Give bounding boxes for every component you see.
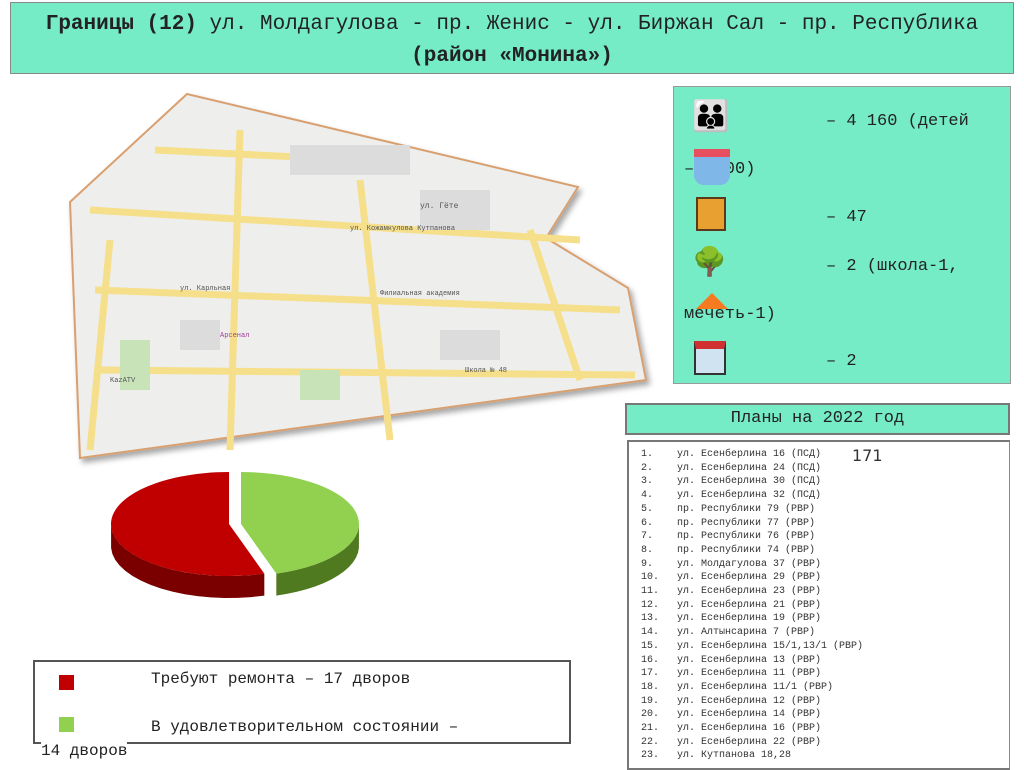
plan-item: 20. ул. Есенберлина 14 (РВР)	[641, 709, 822, 721]
page-title: Границы (12) ул. Молдагулова - пр. Женис…	[10, 2, 1014, 74]
legend-label-ok-cont: 14 дворов	[41, 742, 128, 760]
map-label: ул. Кожамкулова Кутпанова	[350, 225, 455, 233]
plan-item: 23. ул. Кутпанова 18,28	[641, 750, 792, 762]
playground-icon	[696, 293, 728, 309]
apartment-building-icon	[696, 197, 726, 231]
plan-item: 21. ул. Есенберлина 16 (РВР)	[641, 723, 822, 735]
district-stats-panel: 👪 – 4 160 (детей –1 000) – 47 🌳 – 2 (шко…	[673, 86, 1011, 384]
plan-item: 14. ул. Алтынсарина 7 (РВР)	[641, 627, 816, 639]
plan-item: 17. ул. Есенберлина 11 (РВР)	[641, 668, 822, 680]
school-building-icon	[694, 149, 730, 185]
map-label: ул. Гёте	[420, 202, 459, 211]
legend-label-repair: Требуют ремонта – 17 дворов	[151, 670, 411, 688]
plan-item: 7. пр. Республики 76 (РВР)	[641, 531, 816, 543]
family-icon: 👪	[692, 102, 730, 136]
map-label: KazATV	[110, 377, 136, 385]
plans-list: 1. ул. Есенберлина 16 (ПСД) 2. ул. Есенберл…	[627, 440, 1010, 770]
plan-item: 9. ул. Молдагулова 37 (РВР)	[641, 558, 822, 570]
plan-item: 16. ул. Есенберлина 13 (РВР)	[641, 654, 822, 666]
plan-item: 5. пр. Республики 79 (РВР)	[641, 503, 816, 515]
plan-item: 2. ул. Есенберлина 24 (ПСД)	[641, 462, 822, 474]
plan-item: 22. ул. Есенберлина 22 (РВР)	[641, 736, 822, 748]
yards-pie-chart	[111, 472, 359, 598]
plan-item: 3. ул. Есенберлина 30 (ПСД)	[641, 476, 822, 488]
plans-total: 171	[852, 446, 883, 465]
shop-icon	[694, 341, 726, 375]
park-bench-icon: 🌳	[692, 249, 727, 280]
plans-header: Планы на 2022 год	[625, 403, 1010, 435]
chart-legend: Требуют ремонта – 17 дворов В удовлетвор…	[33, 660, 571, 760]
plan-item: 11. ул. Есенберлина 23 (РВР)	[641, 586, 822, 598]
legend-swatch-ok	[59, 717, 74, 732]
plan-item: 6. пр. Республики 77 (РВР)	[641, 517, 816, 529]
map-label: Филиальная академия	[380, 290, 460, 298]
district-map: ул. Гёте ул. Кожамкулова Кутпанова ул. К…	[68, 92, 648, 460]
plan-item: 13. ул. Есенберлина 19 (РВР)	[641, 613, 822, 625]
plan-item: 12. ул. Есенберлина 21 (РВР)	[641, 599, 822, 611]
plan-item: 8. пр. Республики 74 (РВР)	[641, 544, 816, 556]
map-label: Арсенал	[220, 332, 249, 340]
plan-item: 18. ул. Есенберлина 11/1 (РВР)	[641, 681, 834, 693]
plan-item: 10. ул. Есенберлина 29 (РВР)	[641, 572, 822, 584]
legend-swatch-repair	[59, 675, 74, 690]
plan-item: 19. ул. Есенберлина 12 (РВР)	[641, 695, 822, 707]
plan-item: 1. ул. Есенберлина 16 (ПСД)	[641, 449, 822, 460]
map-label: Школа № 48	[465, 367, 507, 375]
map-label: ул. Карльная	[180, 285, 230, 293]
plan-item: 15. ул. Есенберлина 15/1,13/1 (РВР)	[641, 640, 864, 652]
legend-label-ok: В удовлетворительном состоянии –	[151, 718, 459, 736]
plan-item: 4. ул. Есенберлина 32 (ПСД)	[641, 490, 822, 502]
